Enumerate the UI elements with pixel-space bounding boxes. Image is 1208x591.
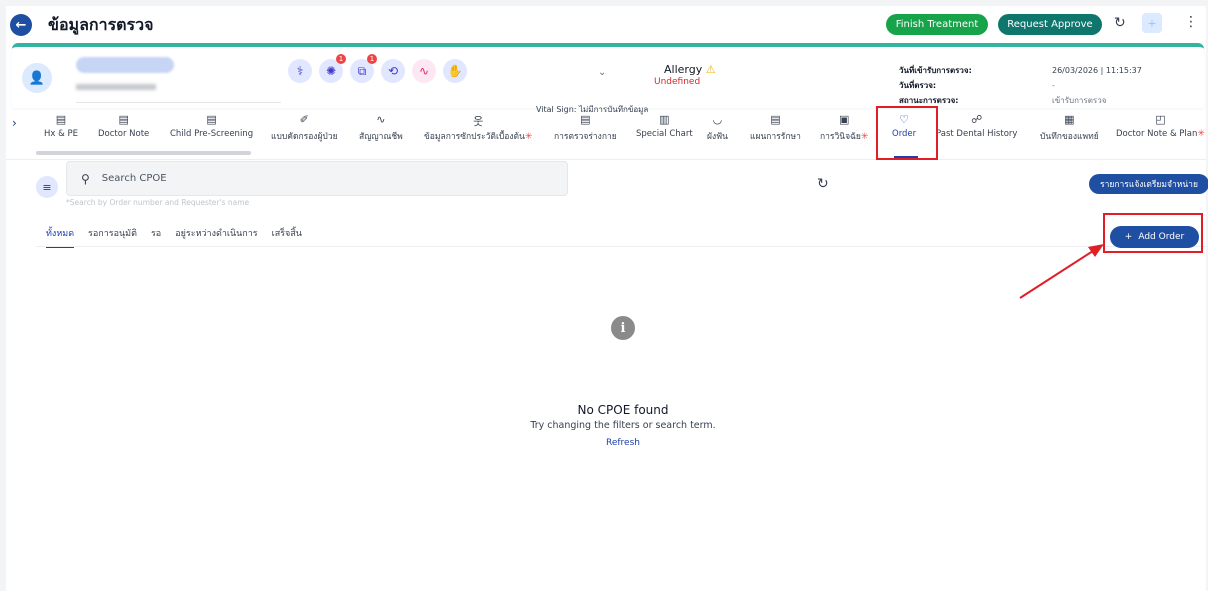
patient-id-redacted xyxy=(76,84,156,90)
search-input[interactable] xyxy=(101,173,542,184)
export-icon[interactable]: ⧉ 1 xyxy=(350,54,377,83)
tab-doctor-record[interactable]: ▦ บันทึกของแพทย์ xyxy=(1040,113,1099,143)
pulse-icon: ∿ xyxy=(376,113,386,126)
tabs-scrollbar[interactable] xyxy=(36,151,251,155)
tab-vital-signs[interactable]: ∿ สัญญาณชีพ xyxy=(359,113,403,143)
filter-tab-waiting[interactable]: รอ xyxy=(151,226,161,248)
more-vertical-icon[interactable]: ⋮ xyxy=(1184,14,1198,30)
required-icon: ✳ xyxy=(860,132,869,142)
tab-doctor-note-plan[interactable]: ◰ Doctor Note & Plan✳ xyxy=(1116,113,1205,139)
visit-info-labels: วันที่เข้ารับการตรวจ: วันที่ตรวจ: สถานะก… xyxy=(899,63,972,108)
discharge-prep-list-button[interactable]: รายการแจ้งเตรียมจำหน่าย xyxy=(1089,174,1208,194)
tab-dental-chart[interactable]: ◡ ผังฟัน xyxy=(707,113,728,143)
tab-past-dental-history[interactable]: ☍ Past Dental History xyxy=(936,113,1017,139)
empty-state-title: No CPOE found xyxy=(577,403,669,417)
chart-icon: ▥ xyxy=(659,113,670,126)
required-icon: ✳ xyxy=(1197,129,1205,139)
avatar: 👤 xyxy=(22,63,52,93)
visit-date-value: 26/03/2026 | 11:15:37 xyxy=(1052,66,1142,75)
section-tabs: ▤ Hx & PE ▤ Doctor Note ▤ Child Pre-Screeni… xyxy=(34,113,1206,153)
chevron-down-icon[interactable]: ⌄ xyxy=(598,67,606,78)
refresh-icon[interactable]: ↻ xyxy=(1114,15,1126,31)
document-icon: ▤ xyxy=(580,113,591,126)
allergy-label: Allergy ⚠ xyxy=(664,63,716,76)
filter-button[interactable]: ≡ xyxy=(36,176,58,198)
tab-special-chart[interactable]: ▥ Special Chart xyxy=(636,113,693,139)
notification-badge: 1 xyxy=(336,54,346,64)
filter-tab-completed[interactable]: เสร็จสิ้น xyxy=(272,226,302,248)
vaccine-icon[interactable]: ⚕ xyxy=(288,59,312,83)
hand-icon[interactable]: ✋ xyxy=(443,59,467,83)
divider xyxy=(6,159,1206,160)
visit-date-label: วันที่เข้ารับการตรวจ: xyxy=(899,66,972,75)
filter-icon: ≡ xyxy=(42,180,52,194)
info-icon: i xyxy=(611,316,635,340)
refresh-link[interactable]: Refresh xyxy=(6,438,1208,448)
notification-badge: 1 xyxy=(367,54,377,64)
dental-icon: ☍ xyxy=(971,113,983,126)
order-status-tabs: ทั้งหมด รอการอนุมัติ รอ อยู่ระหว่างดำเนิ… xyxy=(46,226,302,248)
divider xyxy=(76,102,281,103)
warning-icon: ⚠ xyxy=(705,63,716,76)
note-icon: ◰ xyxy=(1155,113,1166,126)
arrow-left-icon: ← xyxy=(15,17,27,33)
person-icon: 웃 xyxy=(473,115,484,128)
page-title: ข้อมูลการตรวจ xyxy=(48,15,154,34)
required-icon: ✳ xyxy=(524,132,533,142)
search-box: ⚲ xyxy=(66,161,568,196)
patient-name-redacted xyxy=(76,57,174,73)
tab-physical-exam[interactable]: ▤ การตรวจร่างกาย xyxy=(554,113,617,143)
allergy-value: Undefined xyxy=(654,77,701,87)
highlight-box-add-order xyxy=(1103,213,1203,253)
filter-tab-pending-approval[interactable]: รอการอนุมัติ xyxy=(88,226,137,248)
document-icon: ▤ xyxy=(206,113,217,126)
status-icon-group: ⚕ ✺ 1 ⧉ 1 ⟲ ∿ ✋ xyxy=(288,54,467,83)
exam-date-label: วันที่ตรวจ: xyxy=(899,81,937,90)
history-icon[interactable]: ⟲ xyxy=(381,59,405,83)
tab-treatment-plan[interactable]: ▤ แผนการรักษา xyxy=(750,113,801,143)
tab-child-pre-screening[interactable]: ▤ Child Pre-Screening xyxy=(170,113,253,139)
filter-tab-in-progress[interactable]: อยู่ระหว่างดำเนินการ xyxy=(175,226,257,248)
finish-treatment-button[interactable]: Finish Treatment xyxy=(886,14,988,35)
tab-hx-pe[interactable]: ▤ Hx & PE xyxy=(44,113,78,139)
empty-state-subtitle: Try changing the filters or search term. xyxy=(530,420,716,431)
tab-history-taking[interactable]: 웃 ข้อมูลการซักประวัติเบื้องต้น✳ xyxy=(424,113,532,143)
top-bar: ← ข้อมูลการตรวจ Finish Treatment Request… xyxy=(6,6,1206,44)
virus-icon[interactable]: ✺ 1 xyxy=(319,54,346,83)
tab-screening[interactable]: ✐ แบบคัดกรองผู้ป่วย xyxy=(271,113,338,143)
document-icon: ▤ xyxy=(118,113,129,126)
user-icon: 👤 xyxy=(28,70,46,86)
chevron-right-icon[interactable]: › xyxy=(12,116,17,130)
refresh-icon[interactable]: ↻ xyxy=(817,176,829,192)
app-frame: ← ข้อมูลการตรวจ Finish Treatment Request… xyxy=(6,6,1208,591)
tab-doctor-note[interactable]: ▤ Doctor Note xyxy=(98,113,149,139)
back-button[interactable]: ← xyxy=(10,14,32,36)
tab-diagnosis[interactable]: ▣ การวินิจฉัย✳ xyxy=(820,113,868,143)
plan-icon: ▤ xyxy=(770,113,781,126)
add-page-icon[interactable]: + xyxy=(1142,13,1162,33)
request-approve-button[interactable]: Request Approve xyxy=(998,14,1102,35)
divider xyxy=(36,246,1206,247)
filter-tab-all[interactable]: ทั้งหมด xyxy=(46,226,75,248)
highlight-box-order xyxy=(876,106,938,160)
document-icon: ▤ xyxy=(55,113,67,126)
search-icon: ⚲ xyxy=(81,171,90,186)
exam-date-value: - xyxy=(1052,81,1055,90)
calendar-icon: ▦ xyxy=(1064,113,1075,126)
visit-info-values: 26/03/2026 | 11:15:37 - เข้ารับการตรวจ xyxy=(1052,63,1142,108)
trend-icon[interactable]: ∿ xyxy=(412,59,436,83)
exam-status-value: เข้ารับการตรวจ xyxy=(1052,96,1107,105)
search-hint: *Search by Order number and Requester's … xyxy=(66,198,250,207)
patient-info-bar: 👤 ⚕ ✺ 1 ⧉ 1 ⟲ ∿ ✋ ⌄ Vital Sign: ไม่มีการบั… xyxy=(12,43,1204,114)
tooth-icon: ◡ xyxy=(712,113,723,126)
stethoscope-icon: ✐ xyxy=(299,113,309,126)
diagnosis-icon: ▣ xyxy=(838,113,850,126)
